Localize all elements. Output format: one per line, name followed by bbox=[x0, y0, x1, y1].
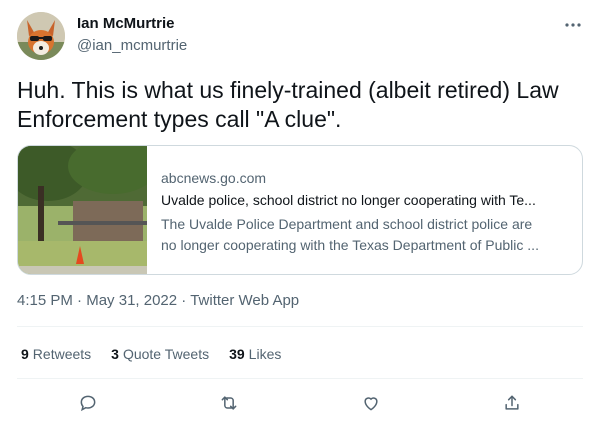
engagement-stats: 9 Retweets 3 Quote Tweets 39 Likes bbox=[21, 346, 301, 362]
tweet-source[interactable]: Twitter Web App bbox=[190, 292, 299, 309]
tweet-date[interactable]: May 31, 2022 bbox=[86, 292, 177, 309]
share-icon[interactable] bbox=[501, 392, 523, 414]
retweets-count: 9 bbox=[21, 346, 29, 362]
card-title: Uvalde police, school district no longer… bbox=[161, 192, 536, 208]
user-handle[interactable]: @ian_mcmurtrie bbox=[77, 37, 187, 54]
quote-tweets-stat[interactable]: 3 Quote Tweets bbox=[111, 346, 209, 362]
divider bbox=[17, 326, 583, 327]
card-description-line-1: The Uvalde Police Department and school … bbox=[161, 216, 533, 232]
retweets-label: Retweets bbox=[32, 346, 92, 362]
tweet-time[interactable]: 4:15 PM bbox=[17, 292, 73, 309]
fox-avatar-icon bbox=[17, 12, 65, 60]
card-description-line-2: no longer cooperating with the Texas Dep… bbox=[161, 237, 539, 253]
likes-label: Likes bbox=[248, 346, 282, 362]
quote-tweets-label: Quote Tweets bbox=[122, 346, 210, 362]
like-icon[interactable] bbox=[360, 392, 382, 414]
tweet-text: Huh. This is what us finely-trained (alb… bbox=[17, 77, 559, 132]
retweet-icon[interactable] bbox=[218, 392, 240, 414]
card-domain: abcnews.go.com bbox=[161, 170, 267, 186]
card-body: abcnews.go.com Uvalde police, school dis… bbox=[147, 146, 582, 274]
meta-separator: · bbox=[77, 292, 83, 309]
tweet-meta: 4:15 PM · May 31, 2022 · Twitter Web App bbox=[17, 292, 299, 309]
more-horizontal-icon[interactable] bbox=[562, 14, 584, 36]
likes-stat[interactable]: 39 Likes bbox=[229, 346, 281, 362]
avatar[interactable] bbox=[17, 12, 65, 60]
divider bbox=[17, 378, 583, 379]
retweets-stat[interactable]: 9 Retweets bbox=[21, 346, 91, 362]
quote-tweets-count: 3 bbox=[111, 346, 119, 362]
meta-separator: · bbox=[181, 292, 187, 309]
tweet-container: Ian McMurtrie @ian_mcmurtrie Huh. This i… bbox=[0, 0, 598, 428]
card-description: The Uvalde Police Department and school … bbox=[161, 214, 573, 256]
display-name[interactable]: Ian McMurtrie bbox=[77, 15, 175, 32]
likes-count: 39 bbox=[229, 346, 245, 362]
card-thumbnail bbox=[18, 146, 147, 274]
link-card[interactable]: abcnews.go.com Uvalde police, school dis… bbox=[17, 145, 583, 275]
reply-icon[interactable] bbox=[77, 392, 99, 414]
